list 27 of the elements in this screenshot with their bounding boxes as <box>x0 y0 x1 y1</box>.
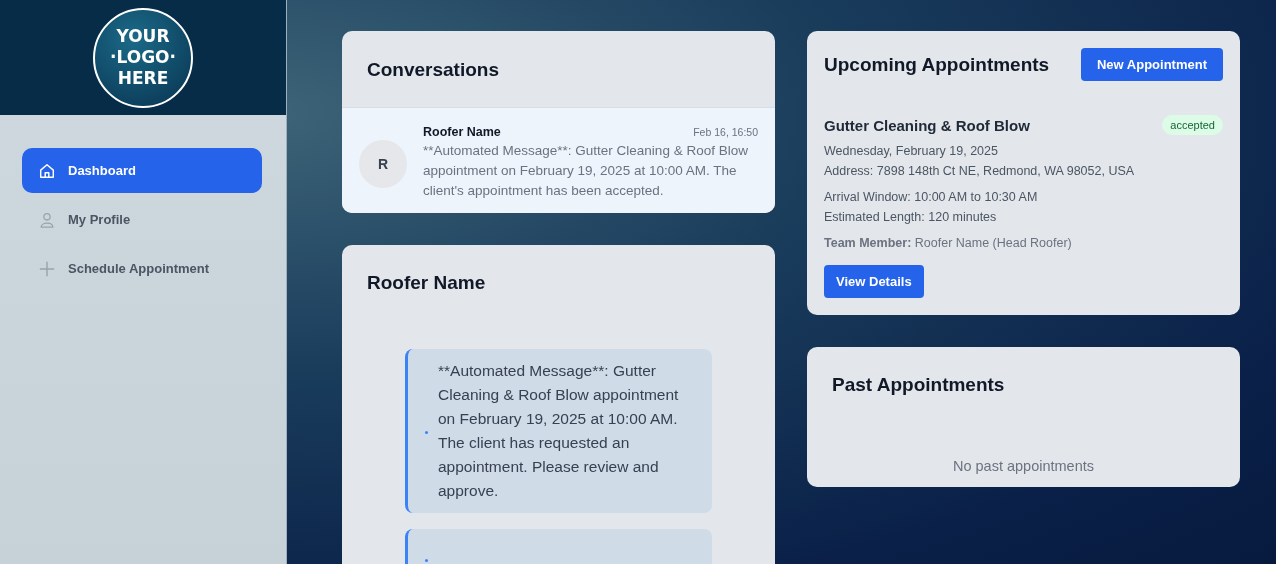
plus-icon <box>38 259 56 278</box>
person-icon <box>38 210 56 229</box>
appointment-date: Wednesday, February 19, 2025 <box>824 143 999 160</box>
contact-name: Roofer Name <box>423 125 501 139</box>
arrival-window: Arrival Window: 10:00 AM to 10:30 AM <box>824 187 1223 207</box>
status-tag: accepted <box>1162 115 1223 135</box>
empty-message: No past appointments <box>951 458 1096 474</box>
avatar: R <box>359 140 407 188</box>
estimated-length: Estimated Length: 120 minutes <box>824 209 998 226</box>
appointment-title: Gutter Cleaning & Roof Blow <box>824 116 1030 134</box>
card-title: Upcoming Appointments <box>824 53 1050 76</box>
team-member: Team Member: Roofer Name (Head Roofer) <box>824 235 1073 252</box>
view-details-button[interactable]: View Details <box>824 265 924 298</box>
timestamp: Feb 16, 16:50 <box>693 126 758 138</box>
home-icon <box>38 161 56 180</box>
card-title: Conversations <box>366 58 500 82</box>
card-title: Past Appointments <box>832 374 1006 396</box>
message-preview: **Automated Message**: Gutter Cleaning & Roof Blow appointment on February 19, 2025 at 10:00 AM. The client's appointment has been accepted. <box>423 142 749 200</box>
nav-item[interactable]: My Profile <box>22 197 262 242</box>
nav-item[interactable]: Dashboard <box>22 148 262 193</box>
logo: YOUR ·LOGO· HERE <box>93 7 193 108</box>
conversation-item[interactable]: R Roofer Name Feb 16, 16:50 **Automated Message**: Gutter Cleaning & Roof Blow appointment on February 19, 2025 at 10:00 AM. The client's appointment has been accepted. <box>342 107 775 213</box>
appointment-address: Address: 7898 148th Ct NE, Redmond, WA 98052, USA <box>824 163 1136 180</box>
new-appointment-button[interactable]: New Appointment <box>1081 48 1223 81</box>
nav-item[interactable]: Schedule Appointment <box>22 246 262 291</box>
card-title: Roofer Name <box>367 272 487 294</box>
message-bubble: **Automated Message**: Gutter Cleaning & Roof Blow appointment on February 19, 2025 at 10:00 AM. The client has requested an appointment. Please review and approve. <box>405 349 712 513</box>
